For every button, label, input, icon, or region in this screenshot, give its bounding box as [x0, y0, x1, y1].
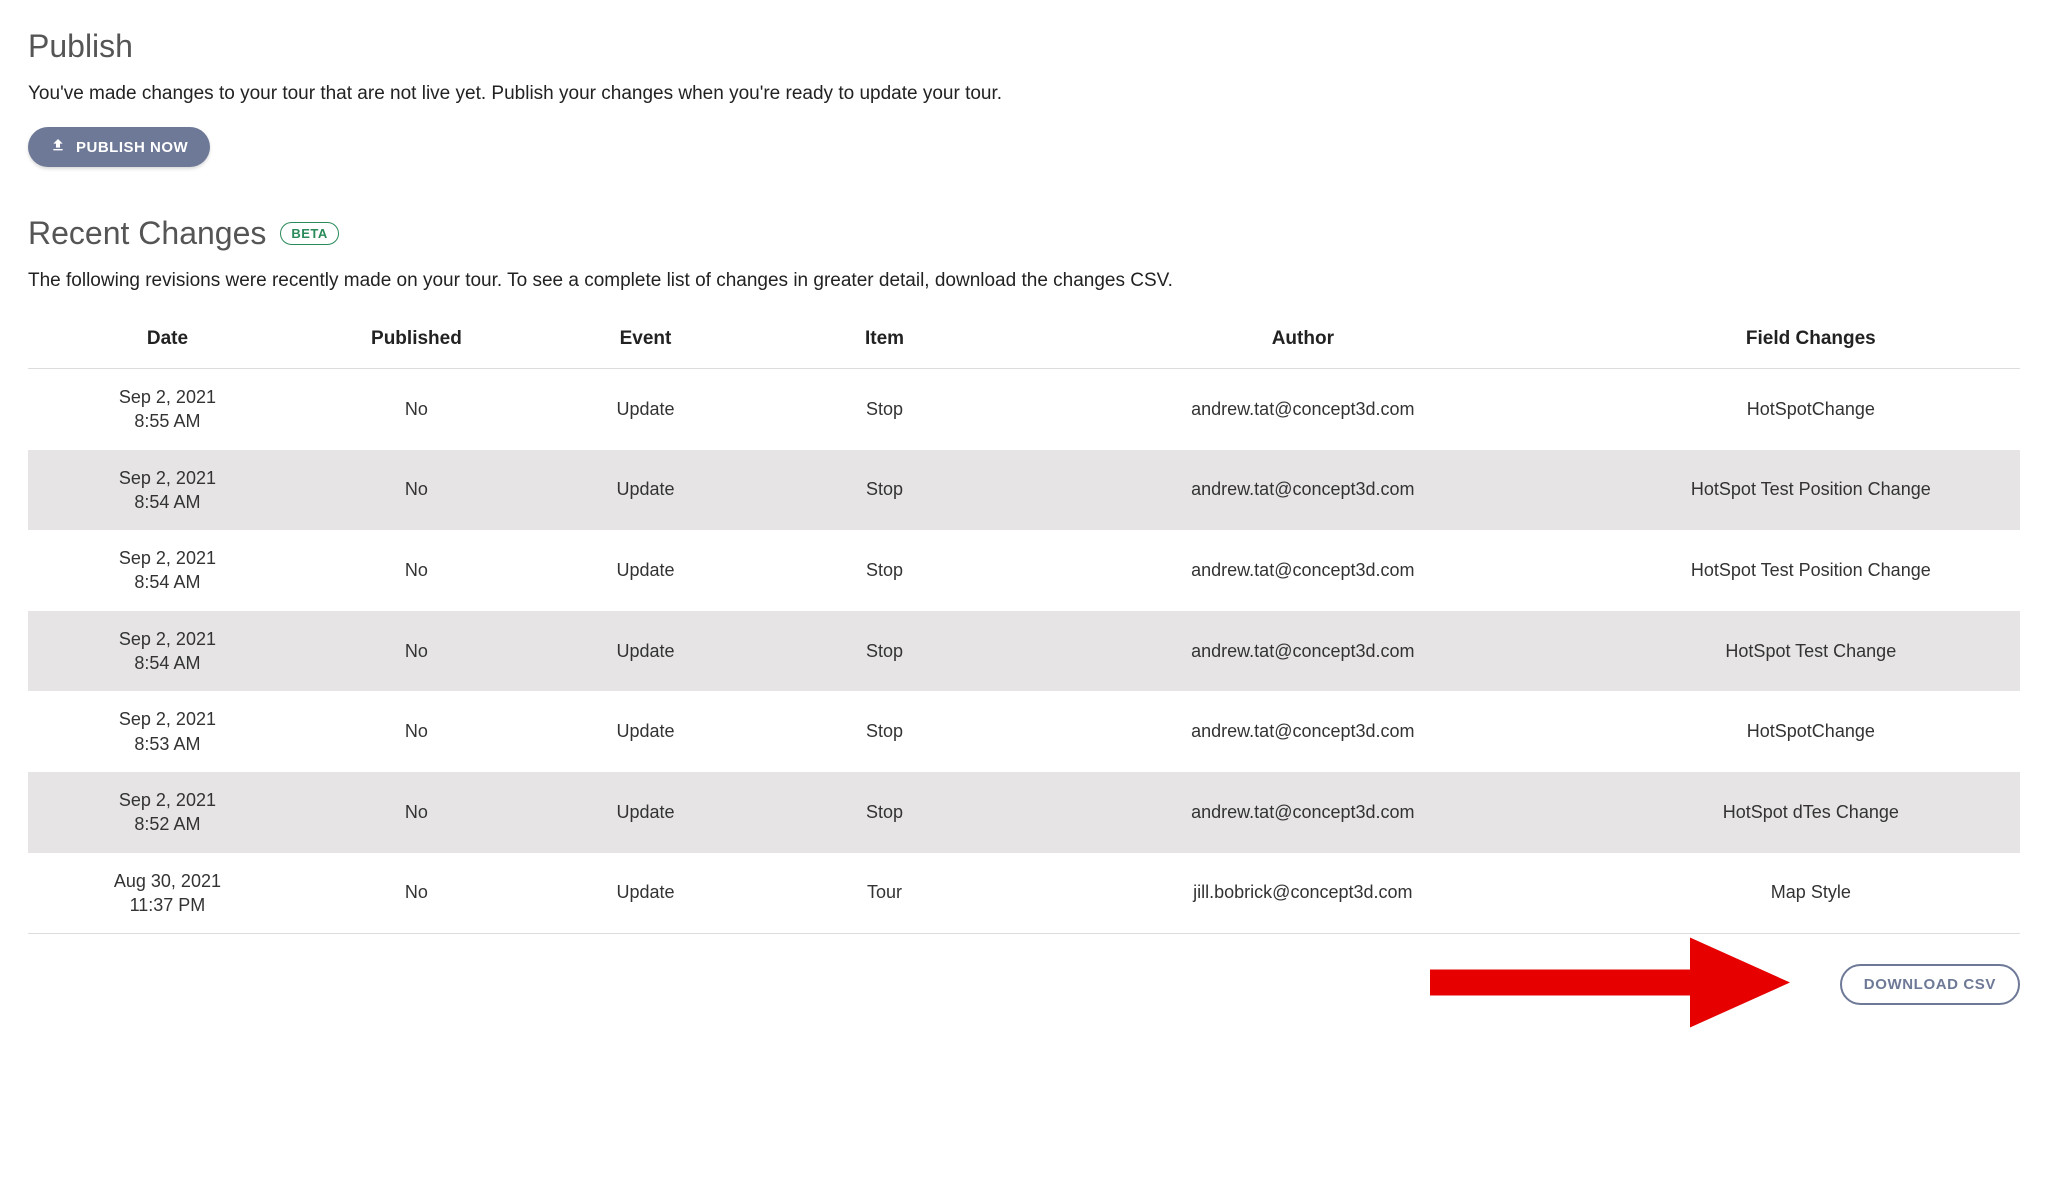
cell-field-changes: HotSpot Test Position Change	[1602, 530, 2020, 611]
date-line2: 8:54 AM	[36, 490, 299, 514]
cell-event: Update	[526, 691, 765, 772]
cell-author: andrew.tat@concept3d.com	[1004, 772, 1602, 853]
cell-date: Sep 2, 20218:52 AM	[28, 772, 307, 853]
publish-now-button[interactable]: PUBLISH NOW	[28, 127, 210, 167]
recent-changes-title: Recent Changes	[28, 215, 266, 252]
table-row: Sep 2, 20218:54 AMNoUpdateStopandrew.tat…	[28, 611, 2020, 692]
cell-item: Stop	[765, 772, 1004, 853]
date-line1: Sep 2, 2021	[36, 385, 299, 409]
col-header-field-changes: Field Changes	[1602, 314, 2020, 369]
cell-event: Update	[526, 369, 765, 450]
cell-item: Tour	[765, 853, 1004, 934]
cell-published: No	[307, 772, 526, 853]
date-line2: 8:55 AM	[36, 409, 299, 433]
cell-published: No	[307, 530, 526, 611]
publish-now-label: PUBLISH NOW	[76, 139, 188, 156]
col-header-event: Event	[526, 314, 765, 369]
cell-date: Sep 2, 20218:55 AM	[28, 369, 307, 450]
date-line2: 8:54 AM	[36, 570, 299, 594]
changes-table: Date Published Event Item Author Field C…	[28, 314, 2020, 934]
cell-item: Stop	[765, 530, 1004, 611]
cell-event: Update	[526, 772, 765, 853]
date-line1: Sep 2, 2021	[36, 466, 299, 490]
col-header-item: Item	[765, 314, 1004, 369]
table-row: Sep 2, 20218:52 AMNoUpdateStopandrew.tat…	[28, 772, 2020, 853]
cell-published: No	[307, 450, 526, 531]
annotation-arrow-icon	[1430, 927, 1790, 1042]
cell-item: Stop	[765, 611, 1004, 692]
col-header-author: Author	[1004, 314, 1602, 369]
publish-description: You've made changes to your tour that ar…	[28, 83, 2020, 105]
cell-item: Stop	[765, 691, 1004, 772]
date-line1: Sep 2, 2021	[36, 788, 299, 812]
col-header-published: Published	[307, 314, 526, 369]
date-line2: 8:52 AM	[36, 812, 299, 836]
cell-date: Sep 2, 20218:54 AM	[28, 611, 307, 692]
cell-event: Update	[526, 450, 765, 531]
date-line1: Aug 30, 2021	[36, 869, 299, 893]
cell-event: Update	[526, 611, 765, 692]
publish-title: Publish	[28, 28, 2020, 65]
table-row: Sep 2, 20218:55 AMNoUpdateStopandrew.tat…	[28, 369, 2020, 450]
date-line1: Sep 2, 2021	[36, 707, 299, 731]
cell-published: No	[307, 853, 526, 934]
cell-author: andrew.tat@concept3d.com	[1004, 530, 1602, 611]
table-row: Sep 2, 20218:54 AMNoUpdateStopandrew.tat…	[28, 530, 2020, 611]
cell-author: andrew.tat@concept3d.com	[1004, 450, 1602, 531]
cell-field-changes: HotSpot Test Change	[1602, 611, 2020, 692]
cell-date: Sep 2, 20218:54 AM	[28, 450, 307, 531]
cell-item: Stop	[765, 369, 1004, 450]
date-line2: 11:37 PM	[36, 893, 299, 917]
cell-field-changes: HotSpotChange	[1602, 369, 2020, 450]
cell-author: andrew.tat@concept3d.com	[1004, 691, 1602, 772]
cell-published: No	[307, 611, 526, 692]
cell-event: Update	[526, 530, 765, 611]
cell-date: Sep 2, 20218:54 AM	[28, 530, 307, 611]
cell-field-changes: Map Style	[1602, 853, 2020, 934]
col-header-date: Date	[28, 314, 307, 369]
recent-changes-description: The following revisions were recently ma…	[28, 270, 2020, 292]
table-row: Sep 2, 20218:54 AMNoUpdateStopandrew.tat…	[28, 450, 2020, 531]
cell-published: No	[307, 691, 526, 772]
cell-date: Aug 30, 202111:37 PM	[28, 853, 307, 934]
cell-date: Sep 2, 20218:53 AM	[28, 691, 307, 772]
cell-field-changes: HotSpot dTes Change	[1602, 772, 2020, 853]
upload-icon	[50, 137, 66, 157]
cell-author: andrew.tat@concept3d.com	[1004, 611, 1602, 692]
table-row: Aug 30, 202111:37 PMNoUpdateTourjill.bob…	[28, 853, 2020, 934]
cell-published: No	[307, 369, 526, 450]
cell-author: andrew.tat@concept3d.com	[1004, 369, 1602, 450]
cell-event: Update	[526, 853, 765, 934]
date-line2: 8:54 AM	[36, 651, 299, 675]
date-line2: 8:53 AM	[36, 732, 299, 756]
beta-badge: BETA	[280, 222, 338, 245]
date-line1: Sep 2, 2021	[36, 627, 299, 651]
cell-item: Stop	[765, 450, 1004, 531]
table-row: Sep 2, 20218:53 AMNoUpdateStopandrew.tat…	[28, 691, 2020, 772]
cell-field-changes: HotSpot Test Position Change	[1602, 450, 2020, 531]
cell-field-changes: HotSpotChange	[1602, 691, 2020, 772]
cell-author: jill.bobrick@concept3d.com	[1004, 853, 1602, 934]
download-csv-button[interactable]: DOWNLOAD CSV	[1840, 964, 2020, 1005]
date-line1: Sep 2, 2021	[36, 546, 299, 570]
